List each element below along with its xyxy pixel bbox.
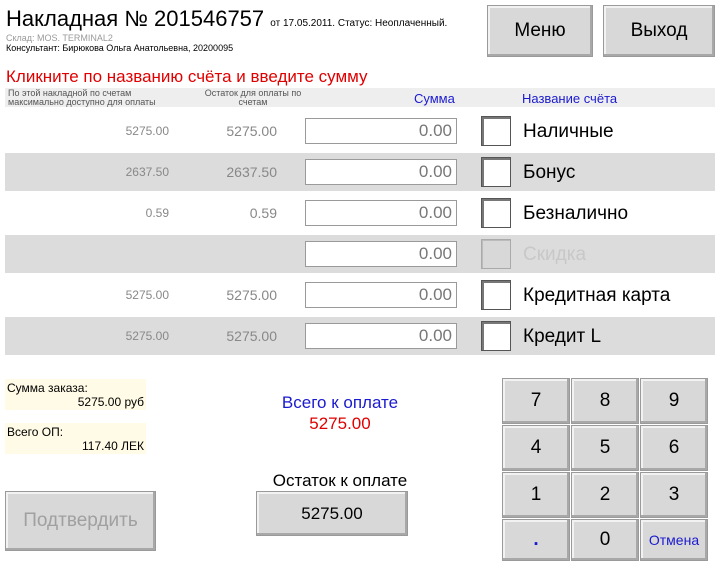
order-sum-label: Сумма заказа: [7,381,88,395]
account-row-cash: 5275.00 5275.00 0.00 Наличные [5,112,715,150]
keypad-8[interactable]: 8 [571,378,639,424]
keypad-6[interactable]: 6 [640,425,708,471]
account-row-discount: 0.00 Скидка [5,235,715,273]
account-name[interactable]: Безналично [523,203,628,225]
sum-input[interactable]: 0.00 [305,118,457,144]
keypad-7[interactable]: 7 [502,378,570,424]
max-available: 0.59 [145,206,169,220]
keypad-0[interactable]: 0 [571,519,639,561]
sum-input[interactable]: 0.00 [305,323,457,349]
exit-button[interactable]: Выход [603,5,715,57]
account-checkbox [481,239,511,269]
account-row-bonus: 2637.50 2637.50 0.00 Бонус [5,153,715,191]
order-sum-value: 5275.00 руб [77,395,144,409]
total-op-value: 117.40 ЛЕК [81,439,144,453]
sum-input[interactable]: 0.00 [305,159,457,185]
invoice-date-status: от 17.05.2011. Статус: Неоплаченный. [270,18,448,29]
remaining-to-pay-value: 5275.00 [256,491,408,536]
account-checkbox[interactable] [481,157,511,187]
max-available: 5275.00 [125,329,169,343]
order-sum-box: Сумма заказа: 5275.00 руб [5,379,146,410]
remaining-amount: 0.59 [249,205,277,221]
total-op-label: Всего ОП: [7,425,64,439]
keypad-1[interactable]: 1 [502,472,570,518]
keypad-3[interactable]: 3 [640,472,708,518]
account-name[interactable]: Наличные [523,121,614,143]
account-name: Скидка [523,244,587,265]
sum-input[interactable]: 0.00 [305,241,457,267]
column-header-max: По этой накладной по счетам максимально … [8,88,156,107]
account-row-credit-card: 5275.00 5275.00 0.00 Кредитная карта [5,276,715,314]
account-row-cashless: 0.59 0.59 0.00 Безналично [5,194,715,232]
remaining-amount: 2637.50 [226,164,277,180]
total-to-pay-label: Всего к оплате [281,393,399,412]
remaining-amount: 5275.00 [226,123,277,139]
account-checkbox[interactable] [481,280,511,310]
total-to-pay-value: 5275.00 [309,414,371,433]
account-name[interactable]: Кредитная карта [523,285,670,307]
instruction-text: Кликните по названию счёта и введите сум… [6,67,368,86]
column-header-sum: Сумма [414,91,455,106]
max-available: 2637.50 [125,165,169,179]
keypad-dot[interactable]: . [502,519,570,561]
sum-input[interactable]: 0.00 [305,200,457,226]
menu-button[interactable]: Меню [487,5,593,57]
account-checkbox[interactable] [481,116,511,146]
max-available: 5275.00 [125,288,169,302]
account-row-credit-l: 5275.00 5275.00 0.00 Кредит L [5,317,715,355]
column-header-account: Название счёта [522,91,618,106]
remaining-to-pay-label: Остаток к оплате [272,471,408,490]
account-name[interactable]: Бонус [523,162,575,184]
account-checkbox[interactable] [481,198,511,228]
invoice-number: Накладная № 201546757 [6,6,265,31]
warehouse-label: Склад: MOS. TERMINAL2 [6,33,113,43]
remaining-amount: 5275.00 [226,328,277,344]
confirm-button[interactable]: Подтвердить [5,491,156,551]
sum-input[interactable]: 0.00 [305,282,457,308]
keypad-2[interactable]: 2 [571,472,639,518]
consultant-label: Консультант: Бирюкова Ольга Анатольевна,… [6,43,234,53]
keypad-cancel[interactable]: Отмена [640,519,708,561]
account-name[interactable]: Кредит L [523,326,601,348]
remaining-amount: 5275.00 [226,287,277,303]
max-available: 5275.00 [125,124,169,138]
keypad-4[interactable]: 4 [502,425,570,471]
invoice-title: Накладная № 201546757 от 17.05.2011. Ста… [6,6,447,32]
keypad-9[interactable]: 9 [640,378,708,424]
total-op-box: Всего ОП: 117.40 ЛЕК [5,423,146,454]
account-checkbox[interactable] [481,321,511,351]
column-header-remaining: Остаток для оплаты по счетам [204,88,302,107]
keypad-5[interactable]: 5 [571,425,639,471]
